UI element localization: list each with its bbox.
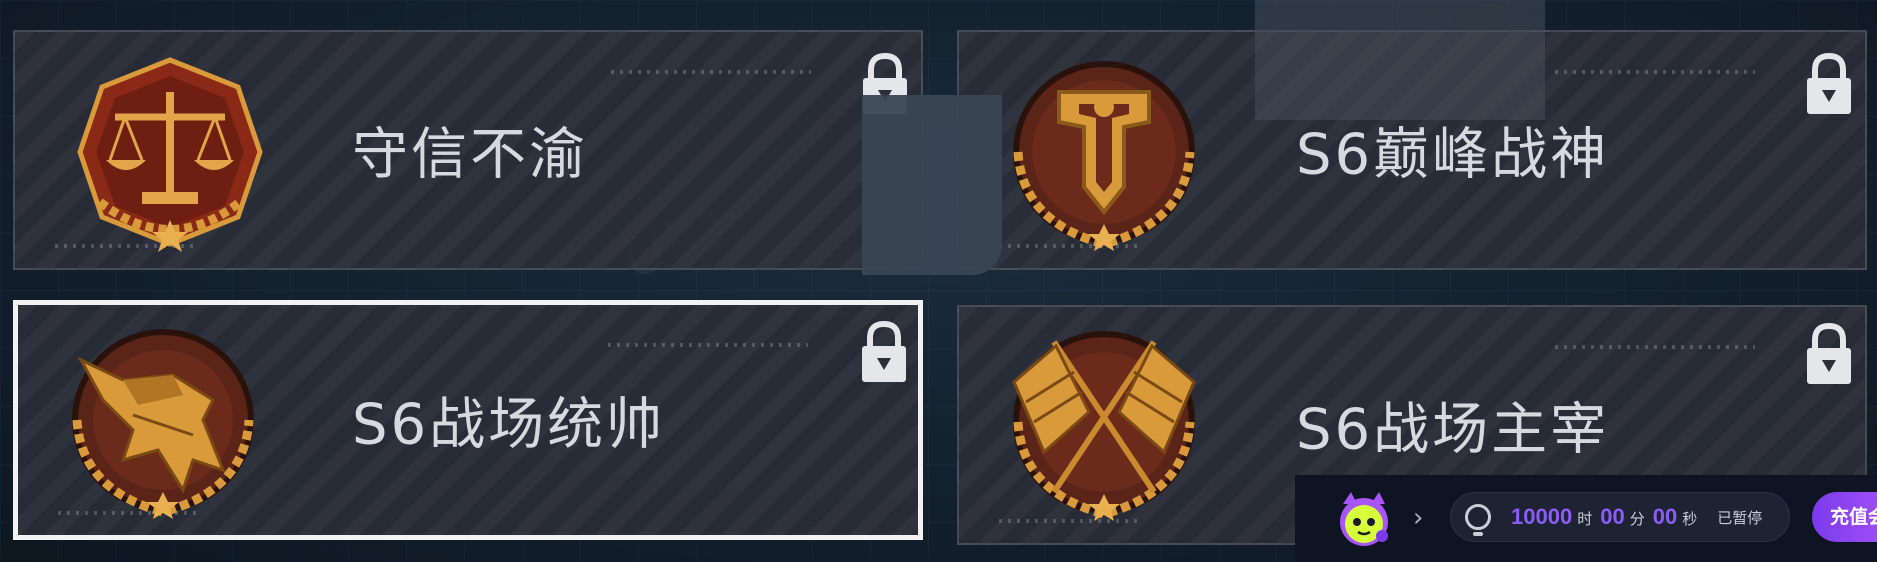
- timer-status: 已暂停: [1717, 508, 1763, 527]
- decor-ticks: [608, 343, 808, 347]
- decor-ticks: [611, 70, 811, 74]
- card-title: 守信不渝: [352, 122, 588, 188]
- title-card-3[interactable]: S6战场统帅: [13, 300, 923, 540]
- timer-minutes: 00: [1600, 504, 1625, 529]
- timer-minutes-unit: 分: [1629, 510, 1645, 528]
- live-status-bar: › 10000 时 00 分 00 秒 已暂停 充值会员: [1295, 475, 1877, 562]
- decor-ticks: [1555, 345, 1755, 349]
- jet-fighter-emblem-icon: [63, 320, 263, 520]
- timer-hours: 10000: [1511, 504, 1573, 529]
- card-title: S6战场统帅: [352, 392, 666, 458]
- timer-seconds: 00: [1652, 504, 1678, 529]
- overlay-block: [862, 95, 1002, 275]
- lock-icon: [860, 320, 908, 384]
- overlay-block: [1255, 0, 1545, 120]
- lock-icon: [1805, 322, 1853, 386]
- timer-readout: 10000 时 00 分 00 秒: [1511, 504, 1705, 530]
- play-timer[interactable]: 10000 时 00 分 00 秒 已暂停: [1450, 492, 1790, 542]
- mascot-avatar-icon[interactable]: [1335, 490, 1393, 548]
- card-title: S6战场主宰: [1296, 397, 1610, 463]
- timer-hours-unit: 时: [1577, 510, 1593, 528]
- title-card-1[interactable]: 守信不渝: [13, 30, 923, 270]
- scales-emblem-icon: [70, 52, 270, 252]
- shield-t-emblem-icon: [1004, 52, 1204, 252]
- lock-icon: [1805, 52, 1853, 116]
- achievement-screen: UID: 守信不渝: [0, 0, 1877, 562]
- chevron-right-icon[interactable]: ›: [1413, 503, 1423, 533]
- recharge-button[interactable]: 充值会员: [1812, 492, 1877, 542]
- decor-ticks: [1555, 70, 1755, 74]
- timer-seconds-unit: 秒: [1682, 510, 1698, 528]
- card-title: S6巅峰战神: [1296, 122, 1610, 188]
- timer-icon: [1465, 504, 1491, 536]
- crossed-flags-emblem-icon: [1004, 322, 1204, 522]
